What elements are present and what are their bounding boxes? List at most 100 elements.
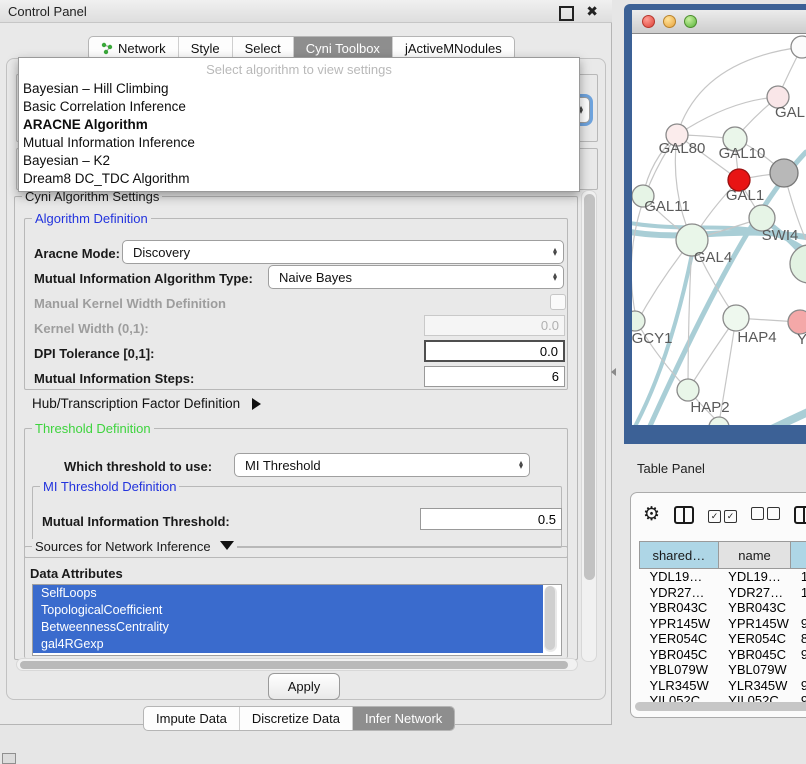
settings-vertical-scrollbar[interactable] (581, 190, 597, 662)
close-window-icon[interactable]: ✖ (586, 3, 598, 20)
which-threshold-combo[interactable]: MI Threshold ▴▾ (234, 453, 530, 477)
settings-horizontal-scrollbar-thumb[interactable] (20, 661, 568, 669)
table-cell: YDR27… (718, 585, 791, 601)
table-cell: YER054C (718, 631, 791, 647)
node[interactable] (790, 245, 806, 283)
tab-label: Select (245, 41, 281, 56)
data-attributes-list: SelfLoopsTopologicalCoefficientBetweenne… (32, 584, 562, 656)
table-cell: YBR043C (718, 600, 791, 616)
mi-steps-value: 6 (552, 369, 559, 384)
table-cell: 9. (791, 678, 806, 694)
column-header-name[interactable]: name (718, 542, 791, 569)
node[interactable] (709, 417, 729, 425)
chevron-down-icon (220, 541, 234, 550)
table-toolbar: ⚙ ✓✓ (643, 503, 806, 526)
table-row[interactable]: YER054CYER054C8. (640, 631, 806, 647)
column-header-shared…[interactable]: shared… (640, 542, 719, 569)
settings-vertical-scrollbar-thumb[interactable] (584, 194, 595, 580)
float-window-icon[interactable] (559, 6, 574, 21)
table-cell: YBL079W (640, 662, 719, 678)
mi-algorithm-type-combo[interactable]: Naive Bayes ▴▾ (268, 265, 564, 289)
tab-label: Cyni Toolbox (306, 41, 380, 56)
algorithm-option[interactable]: Basic Correlation Inference (19, 98, 579, 116)
node-label: HAP2 (690, 399, 729, 416)
algorithm-option[interactable]: ARACNE Algorithm (19, 116, 579, 134)
manual-kernel-width-label: Manual Kernel Width Definition (34, 296, 226, 311)
threshold-definition-title: Threshold Definition (32, 421, 154, 436)
hub-definition-label: Hub/Transcription Factor Definition (32, 396, 240, 411)
algorithm-dropdown: Select algorithm to view settings Bayesi… (18, 57, 580, 192)
table-row[interactable]: YBR043CYBR043C (640, 600, 806, 616)
network-edges-thick (632, 152, 806, 425)
node[interactable] (791, 36, 806, 58)
table-row[interactable]: YDR27…YDR27…12 (640, 585, 806, 601)
tab-impute-data[interactable]: Impute Data (144, 707, 240, 730)
panel-divider-handle[interactable] (611, 368, 616, 376)
apply-button[interactable]: Apply (268, 673, 340, 700)
dpi-tolerance-field[interactable]: 0.0 (424, 340, 565, 362)
apply-button-label: Apply (288, 679, 321, 694)
attributes-scrollbar-thumb[interactable] (545, 586, 555, 650)
node-gcy1[interactable] (632, 311, 645, 331)
data-attribute-item[interactable]: gal4RGexp (33, 636, 543, 653)
network-graph: GALGAL80GAL10GAL1GAL11SWI4GAL4GCY1HAP4YH… (632, 34, 806, 425)
node[interactable] (770, 159, 798, 187)
mi-steps-label: Mutual Information Steps: (34, 371, 194, 386)
node-hap4[interactable] (723, 305, 749, 331)
table-cell: YBR043C (640, 600, 719, 616)
tab-discretize-data[interactable]: Discretize Data (240, 707, 353, 730)
table-horizontal-scrollbar[interactable] (635, 702, 806, 711)
which-threshold-value: MI Threshold (245, 458, 321, 473)
table-row[interactable]: YDL19…YDL19…13 (640, 569, 806, 585)
network-view-titlebar[interactable] (632, 10, 806, 34)
table-row[interactable]: YLR345WYLR345W9. (640, 678, 806, 694)
kernel-width-field[interactable]: 0.0 (424, 315, 565, 336)
tab-infer-network[interactable]: Infer Network (353, 707, 454, 730)
kernel-width-label: Kernel Width (0,1): (34, 321, 149, 336)
table-cell: YER054C (640, 631, 719, 647)
new-table-icon[interactable] (794, 506, 806, 524)
close-traffic-light-icon[interactable] (642, 15, 655, 28)
data-attribute-item[interactable]: BetweennessCentrality (33, 619, 543, 636)
settings-horizontal-scrollbar[interactable] (16, 658, 578, 671)
hub-definition-toggle[interactable]: Hub/Transcription Factor Definition (32, 396, 261, 411)
column-header-A[interactable]: A (791, 542, 806, 569)
attributes-scrollbar[interactable] (544, 586, 557, 652)
minimize-traffic-light-icon[interactable] (663, 15, 676, 28)
sources-title-row[interactable]: Sources for Network Inference (32, 539, 237, 554)
data-attribute-item[interactable]: TopologicalCoefficient (33, 602, 543, 619)
algorithm-option[interactable]: Bayesian – Hill Climbing (19, 80, 579, 98)
columns-icon[interactable] (674, 506, 694, 524)
deselect-all-checkboxes-icon[interactable] (751, 507, 780, 523)
algorithm-definition-title: Algorithm Definition (32, 211, 151, 226)
mi-threshold-label: Mutual Information Threshold: (42, 514, 230, 529)
algorithm-option[interactable]: Dream8 DC_TDC Algorithm (19, 170, 579, 188)
table-cell: YDL19… (640, 569, 719, 585)
gear-icon[interactable]: ⚙ (643, 503, 660, 526)
table-cell: YBR045C (640, 647, 719, 663)
table-row[interactable]: YPR145WYPR145W9. (640, 616, 806, 632)
table-cell: YDR27… (640, 585, 719, 601)
table-cell: 13 (791, 569, 806, 585)
zoom-traffic-light-icon[interactable] (684, 15, 697, 28)
tab-label: Discretize Data (252, 711, 340, 726)
tab-label: Network (118, 41, 166, 56)
table-cell: YLR345W (640, 678, 719, 694)
node-label: Y (797, 331, 806, 348)
algorithm-option[interactable]: Mutual Information Inference (19, 134, 579, 152)
aracne-mode-combo[interactable]: Discovery ▴▾ (122, 240, 564, 264)
mi-steps-field[interactable]: 6 (424, 366, 565, 387)
table-cell: YBR045C (718, 647, 791, 663)
table-row[interactable]: YBR045CYBR045C9. (640, 647, 806, 663)
node-hap2[interactable] (677, 379, 699, 401)
mi-algorithm-type-value: Naive Bayes (279, 270, 352, 285)
table-cell: YPR145W (640, 616, 719, 632)
select-all-checkboxes-icon[interactable]: ✓✓ (708, 507, 737, 523)
corner-grip-icon[interactable] (2, 753, 16, 764)
network-canvas[interactable]: GALGAL80GAL10GAL1GAL11SWI4GAL4GCY1HAP4YH… (632, 34, 806, 425)
algorithm-option[interactable]: Bayesian – K2 (19, 152, 579, 170)
mi-threshold-field[interactable]: 0.5 (420, 508, 562, 530)
table-row[interactable]: YBL079WYBL079W (640, 662, 806, 678)
manual-kernel-width-checkbox[interactable] (550, 294, 566, 310)
data-attribute-item[interactable]: SelfLoops (33, 585, 543, 602)
